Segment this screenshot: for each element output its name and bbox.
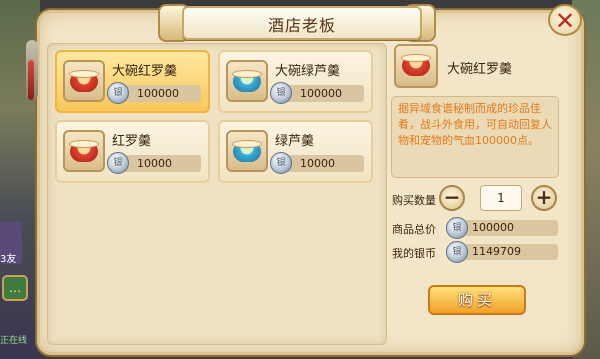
silver-coin-icon: 银 bbox=[446, 241, 468, 263]
silver-coin-icon: 银 bbox=[270, 82, 292, 104]
price-bar: 银 10000 bbox=[270, 152, 364, 174]
red-soup-icon bbox=[394, 44, 438, 88]
title-plate: 酒店老板 bbox=[182, 6, 422, 40]
side-status-label: 正在线 bbox=[0, 336, 28, 346]
item-description: 据异域食谱秘制而成的珍品佳肴，战斗外食用，可自动回复人物和宠物的气血100000… bbox=[391, 96, 559, 178]
buy-button[interactable]: 购买 bbox=[428, 285, 526, 315]
price-bar: 银 10000 bbox=[107, 152, 201, 174]
item-name: 大碗绿芦羹 bbox=[275, 64, 341, 79]
item-price: 100000 bbox=[300, 87, 342, 100]
silver-coin-icon: 银 bbox=[270, 152, 292, 174]
green-soup-icon bbox=[226, 60, 268, 102]
side-friends-label: 3友 bbox=[0, 254, 17, 265]
tassel-decoration bbox=[28, 60, 34, 100]
silver-coin-icon: 银 bbox=[107, 152, 129, 174]
item-price: 10000 bbox=[137, 157, 172, 170]
total-price-bar: 银 100000 bbox=[446, 217, 558, 239]
detail-item-name: 大碗红罗羹 bbox=[447, 62, 513, 77]
price-bar: 银 100000 bbox=[107, 82, 201, 104]
close-button[interactable]: ✕ bbox=[548, 4, 582, 36]
item-name: 绿芦羹 bbox=[275, 134, 315, 149]
my-silver-value: 1149709 bbox=[472, 245, 521, 258]
my-silver-label: 我的银币 bbox=[392, 247, 436, 260]
total-price-value: 100000 bbox=[472, 221, 514, 234]
item-card[interactable]: 红罗羹 银 10000 bbox=[55, 120, 210, 183]
chat-bubble-icon[interactable]: … bbox=[2, 275, 28, 301]
item-price: 100000 bbox=[137, 87, 179, 100]
plus-button[interactable]: + bbox=[531, 185, 557, 211]
window-title: 酒店老板 bbox=[267, 16, 336, 35]
price-bar: 银 100000 bbox=[270, 82, 364, 104]
item-name: 红罗羹 bbox=[112, 134, 152, 149]
silver-coin-icon: 银 bbox=[107, 82, 129, 104]
item-card[interactable]: 大碗绿芦羹 银 100000 bbox=[218, 50, 373, 113]
total-price-label: 商品总价 bbox=[392, 223, 436, 236]
red-soup-icon bbox=[63, 130, 105, 172]
minus-button[interactable]: − bbox=[439, 185, 465, 211]
quantity-label: 购买数量 bbox=[392, 194, 436, 207]
item-card[interactable]: 绿芦羹 银 10000 bbox=[218, 120, 373, 183]
item-name: 大碗红罗羹 bbox=[112, 64, 178, 79]
item-price: 10000 bbox=[300, 157, 335, 170]
quantity-input[interactable]: 1 bbox=[480, 185, 522, 211]
my-silver-bar: 银 1149709 bbox=[446, 241, 558, 263]
red-soup-icon bbox=[63, 60, 105, 102]
item-list-panel: 大碗红罗羹 银 100000 大碗绿芦羹 银 100000 红罗羹 银 1000… bbox=[47, 43, 387, 345]
silver-coin-icon: 银 bbox=[446, 217, 468, 239]
item-card[interactable]: 大碗红罗羹 银 100000 bbox=[55, 50, 210, 113]
green-soup-icon bbox=[226, 130, 268, 172]
